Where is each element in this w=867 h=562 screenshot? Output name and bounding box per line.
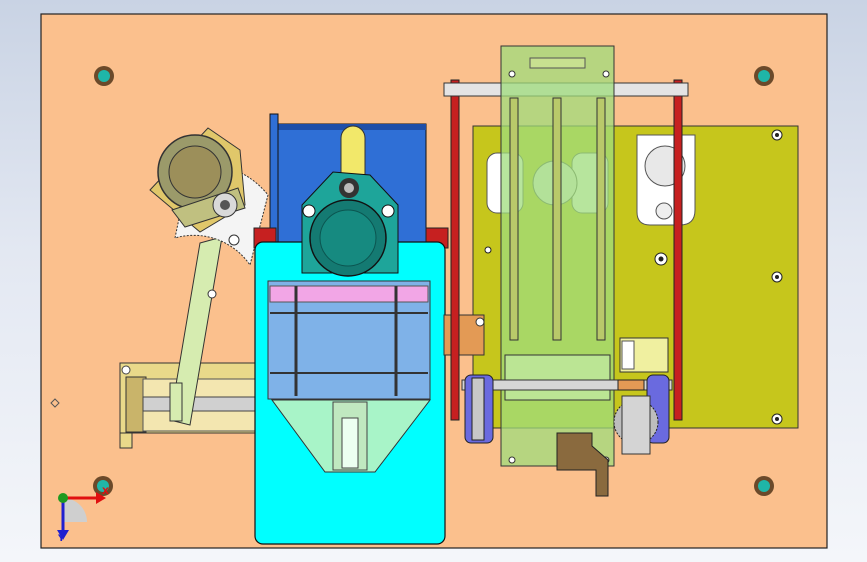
mounting-hole-bottom-right — [754, 476, 774, 496]
cad-viewport[interactable]: X Y — [0, 0, 867, 562]
green-rail-assembly[interactable] — [500, 45, 615, 467]
y-axis-label: Y — [57, 534, 65, 544]
model-canvas[interactable]: X Y — [0, 0, 867, 562]
mounting-hole-top-left — [94, 66, 114, 86]
x-axis-label: X — [102, 487, 109, 497]
mounting-hole-top-right — [754, 66, 774, 86]
brown-connector — [443, 314, 485, 356]
sensor-box — [619, 337, 669, 373]
